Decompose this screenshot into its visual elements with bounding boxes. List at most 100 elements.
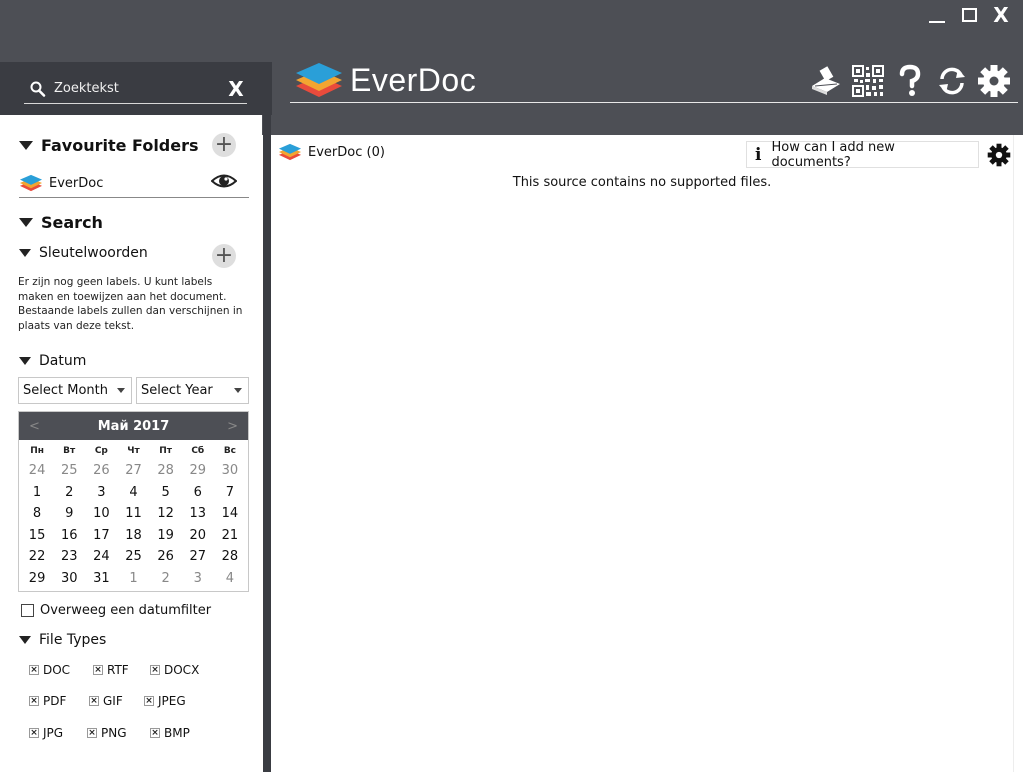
refresh-button[interactable]	[935, 64, 969, 98]
sidebar: Favourite Folders + EverDoc Search Sleut…	[0, 115, 262, 772]
calendar-day[interactable]: 24	[85, 546, 117, 568]
file-type-option[interactable]: × GIF	[89, 694, 123, 708]
sidebar-scrollbar[interactable]	[263, 115, 271, 772]
search-clear-button[interactable]: X	[225, 77, 247, 101]
calendar-day[interactable]: 3	[182, 568, 214, 590]
file-type-checkbox[interactable]: ×	[87, 728, 97, 738]
calendar-day[interactable]: 24	[21, 460, 53, 482]
calendar-day[interactable]: 4	[117, 482, 149, 504]
calendar-day[interactable]: 13	[182, 503, 214, 525]
year-select[interactable]: Select Year	[136, 377, 249, 404]
calendar-day[interactable]: 6	[182, 482, 214, 504]
file-type-option[interactable]: × JPEG	[144, 694, 186, 708]
calendar-day[interactable]: 19	[150, 525, 182, 547]
file-type-checkbox[interactable]: ×	[89, 696, 99, 706]
calendar-day[interactable]: 22	[21, 546, 53, 568]
qr-code-button[interactable]	[851, 64, 885, 98]
file-type-label: JPEG	[158, 694, 186, 708]
calendar-day[interactable]: 26	[85, 460, 117, 482]
file-type-checkbox[interactable]: ×	[144, 696, 154, 706]
file-type-checkbox[interactable]: ×	[93, 665, 103, 675]
add-folder-button[interactable]: +	[212, 133, 236, 157]
minimize-button[interactable]	[925, 4, 949, 26]
calendar-day[interactable]: 14	[214, 503, 246, 525]
main-scrollbar[interactable]	[1013, 135, 1023, 772]
scanner-button[interactable]	[809, 64, 843, 98]
file-type-checkbox[interactable]: ×	[29, 665, 39, 675]
source-header: EverDoc (0)	[278, 142, 385, 162]
file-type-option[interactable]: × PDF	[29, 694, 66, 708]
search-input[interactable]	[54, 81, 225, 96]
calendar-day[interactable]: 30	[53, 568, 85, 590]
calendar-day[interactable]: 16	[53, 525, 85, 547]
calendar-day[interactable]: 1	[21, 482, 53, 504]
calendar-day[interactable]: 17	[85, 525, 117, 547]
settings-button[interactable]	[977, 64, 1011, 98]
file-type-checkbox[interactable]: ×	[150, 665, 160, 675]
file-type-checkbox[interactable]: ×	[29, 728, 39, 738]
calendar-day[interactable]: 28	[150, 460, 182, 482]
calendar-day[interactable]: 25	[53, 460, 85, 482]
file-type-option[interactable]: × DOCX	[150, 663, 199, 677]
calendar-day[interactable]: 20	[182, 525, 214, 547]
add-keyword-button[interactable]: +	[212, 244, 236, 268]
file-type-option[interactable]: × RTF	[93, 663, 129, 677]
calendar-day[interactable]: 15	[21, 525, 53, 547]
source-settings-icon[interactable]	[987, 143, 1011, 167]
favourites-title: Favourite Folders	[41, 136, 199, 155]
calendar-day[interactable]: 11	[117, 503, 149, 525]
file-type-option[interactable]: × BMP	[150, 726, 190, 740]
calendar-day[interactable]: 2	[53, 482, 85, 504]
file-type-option[interactable]: × JPG	[29, 726, 63, 740]
calendar-day[interactable]: 10	[85, 503, 117, 525]
calendar-day[interactable]: 28	[214, 546, 246, 568]
calendar-day[interactable]: 29	[21, 568, 53, 590]
calendar-day[interactable]: 30	[214, 460, 246, 482]
close-button[interactable]: X	[989, 4, 1013, 26]
calendar-day[interactable]: 12	[150, 503, 182, 525]
search-header[interactable]: Search	[19, 213, 103, 232]
calendar-day[interactable]: 27	[182, 546, 214, 568]
calendar-prev-button[interactable]: <	[29, 419, 40, 434]
calendar-day[interactable]: 1	[117, 568, 149, 590]
source-label: EverDoc (0)	[308, 144, 385, 160]
calendar-day[interactable]: 18	[117, 525, 149, 547]
calendar-day[interactable]: 27	[117, 460, 149, 482]
help-button[interactable]	[893, 64, 927, 98]
month-select[interactable]: Select Month	[18, 377, 132, 404]
calendar-weekday: Чт	[127, 446, 140, 456]
calendar-day[interactable]: 7	[214, 482, 246, 504]
search-icon	[30, 81, 46, 97]
qr-code-icon	[852, 65, 884, 97]
month-select-value: Select Month	[23, 383, 108, 398]
date-filter-option[interactable]: Overweeg een datumfilter	[21, 603, 211, 618]
calendar-day[interactable]: 29	[182, 460, 214, 482]
date-header[interactable]: Datum	[19, 353, 86, 369]
file-type-label: PDF	[43, 694, 67, 708]
calendar-next-button[interactable]: >	[227, 419, 238, 434]
eye-icon[interactable]	[211, 168, 237, 194]
maximize-button[interactable]	[957, 4, 981, 26]
file-type-checkbox[interactable]: ×	[150, 728, 160, 738]
calendar-day[interactable]: 8	[21, 503, 53, 525]
add-documents-help-button[interactable]: i How can I add new documents?	[746, 140, 979, 170]
calendar-day[interactable]: 9	[53, 503, 85, 525]
calendar-day[interactable]: 31	[85, 568, 117, 590]
favourites-header[interactable]: Favourite Folders	[19, 136, 199, 155]
file-types-header[interactable]: File Types	[19, 632, 106, 648]
date-filter-checkbox[interactable]	[21, 604, 34, 617]
settings-icon	[978, 65, 1010, 97]
calendar-day[interactable]: 26	[150, 546, 182, 568]
calendar-day[interactable]: 2	[150, 568, 182, 590]
calendar-day[interactable]: 5	[150, 482, 182, 504]
calendar-day[interactable]: 21	[214, 525, 246, 547]
calendar-day[interactable]: 25	[117, 546, 149, 568]
file-type-option[interactable]: × PNG	[87, 726, 127, 740]
window-controls: X	[925, 4, 1013, 26]
file-type-checkbox[interactable]: ×	[29, 696, 39, 706]
calendar-day[interactable]: 23	[53, 546, 85, 568]
keywords-header[interactable]: Sleutelwoorden	[19, 245, 148, 261]
file-type-option[interactable]: × DOC	[29, 663, 70, 677]
calendar-day[interactable]: 3	[85, 482, 117, 504]
calendar-day[interactable]: 4	[214, 568, 246, 590]
